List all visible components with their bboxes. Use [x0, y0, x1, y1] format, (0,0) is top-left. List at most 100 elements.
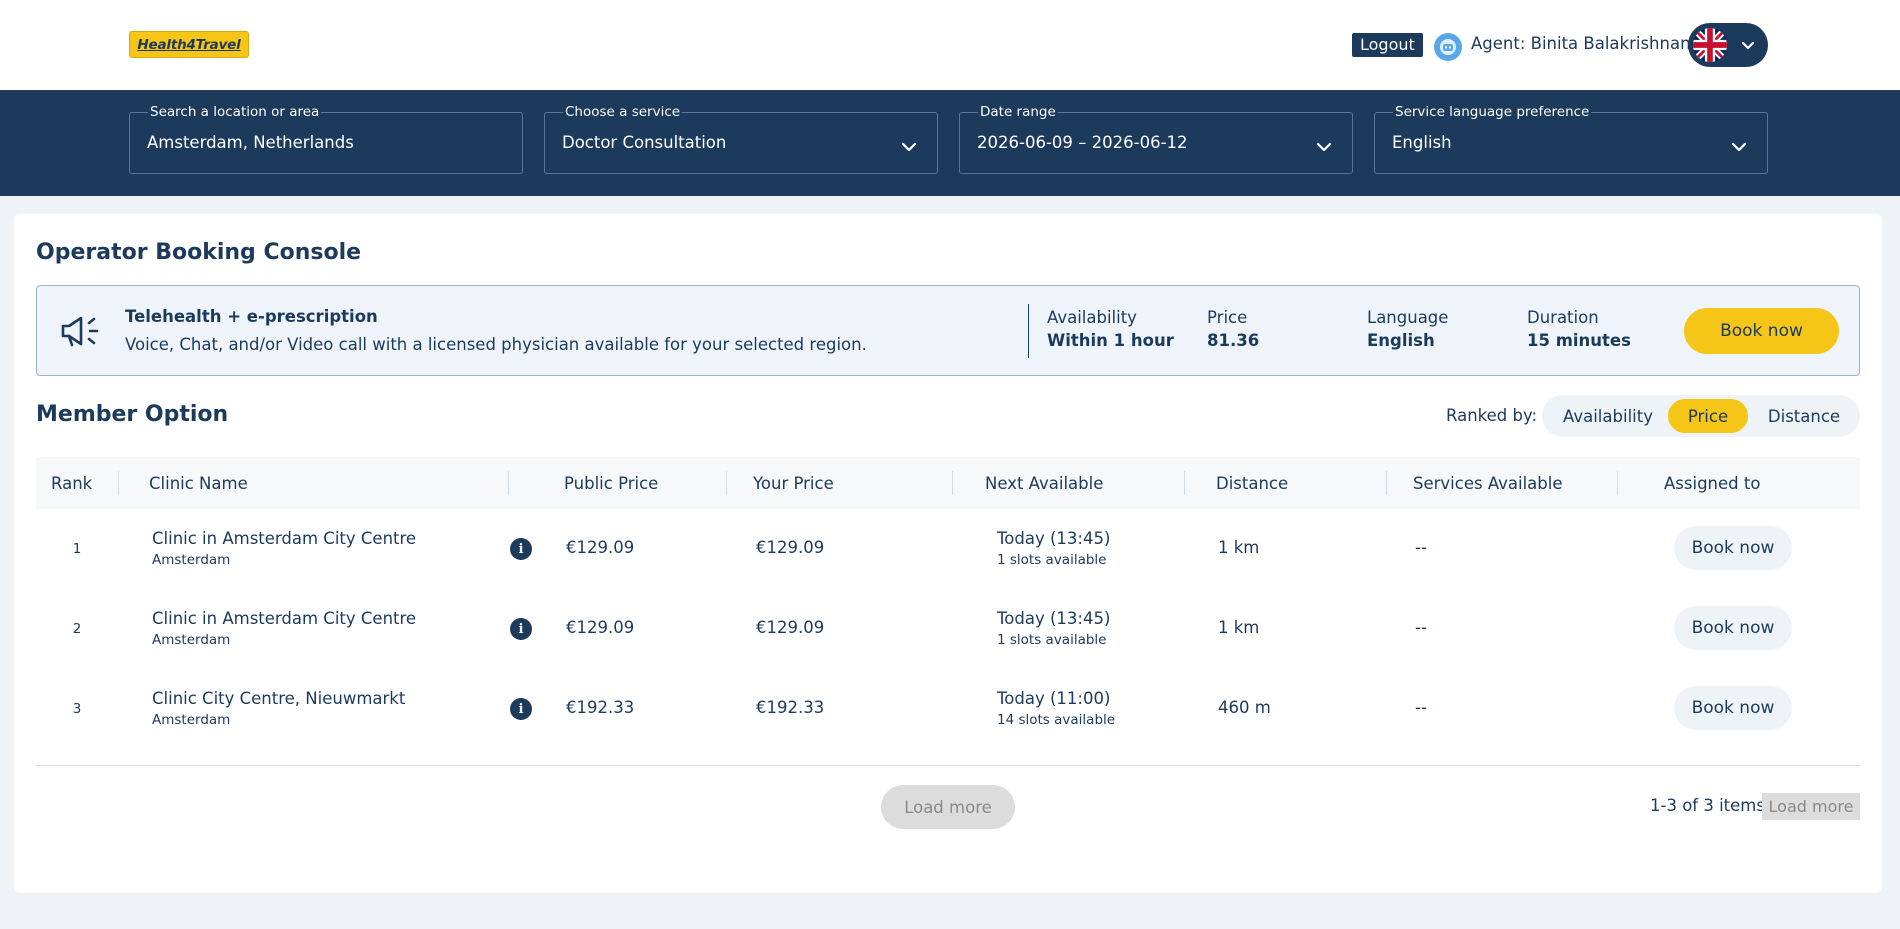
public-price: €129.09 — [566, 538, 635, 557]
date-range-label: Date range — [978, 104, 1058, 120]
logout-button[interactable]: Logout — [1352, 33, 1423, 57]
promo-language: Language English — [1367, 308, 1448, 350]
language-label: Language — [1367, 308, 1449, 327]
your-price: €192.33 — [756, 698, 825, 717]
column-divider — [508, 471, 509, 495]
column-services-available: Services Available — [1413, 474, 1563, 493]
clinic-name: Clinic City Centre, Nieuwmarkt — [152, 689, 406, 708]
column-divider — [1617, 471, 1618, 495]
services-available: -- — [1415, 698, 1427, 717]
megaphone-icon — [59, 313, 105, 353]
column-clinic-name: Clinic Name — [149, 474, 248, 493]
info-icon[interactable]: i — [510, 618, 532, 640]
promo-divider — [1028, 304, 1029, 358]
price-label: Price — [1207, 308, 1248, 327]
slots-available: 1 slots available — [997, 632, 1107, 648]
slots-available: 1 slots available — [997, 552, 1107, 568]
promo-book-now-button[interactable]: Book now — [1684, 308, 1839, 354]
location-value: Amsterdam, Netherlands — [147, 133, 354, 152]
rank-by-availability[interactable]: Availability — [1550, 399, 1666, 433]
duration-label: Duration — [1527, 308, 1599, 327]
load-more-button[interactable]: Load more — [881, 785, 1015, 829]
agent-name: Agent: Binita Balakrishnan — [1471, 34, 1691, 53]
rank-by-price[interactable]: Price — [1668, 399, 1748, 433]
clinic-name: Clinic in Amsterdam City Centre — [152, 609, 417, 628]
next-available: Today (13:45) — [997, 609, 1111, 628]
column-assigned-to: Assigned to — [1664, 474, 1761, 493]
info-icon[interactable]: i — [510, 698, 532, 720]
clinic-city: Amsterdam — [152, 552, 231, 568]
table-header: Rank Clinic Name Public Price Your Price… — [36, 457, 1860, 509]
date-range-select[interactable]: Date range 2026-06-09 – 2026-06-12 — [959, 104, 1353, 174]
distance: 1 km — [1218, 618, 1260, 637]
search-bar: Search a location or area Amsterdam, Net… — [0, 90, 1900, 196]
distance: 1 km — [1218, 538, 1260, 557]
availability-value: Within 1 hour — [1047, 331, 1174, 350]
your-price: €129.09 — [756, 538, 825, 557]
rank-by-distance[interactable]: Distance — [1754, 399, 1854, 433]
duration-value: 15 minutes — [1527, 331, 1631, 350]
table-row: 3 Clinic City Centre, Nieuwmarkt Amsterd… — [36, 668, 1860, 748]
health4travel-logo[interactable]: Health4Travel — [129, 31, 249, 58]
language-preference-value: English — [1392, 133, 1452, 152]
service-label: Choose a service — [563, 104, 683, 120]
clinic-city: Amsterdam — [152, 632, 231, 648]
row-rank: 1 — [72, 541, 82, 557]
promo-title: Telehealth + e-prescription — [125, 307, 378, 326]
column-rank: Rank — [51, 474, 93, 493]
location-search-field[interactable]: Search a location or area Amsterdam, Net… — [129, 104, 523, 174]
services-available: -- — [1415, 618, 1427, 637]
language-preference-select[interactable]: Service language preference English — [1374, 104, 1768, 174]
availability-label: Availability — [1047, 308, 1137, 327]
ranked-by-label: Ranked by: — [1446, 406, 1538, 425]
clinic-city: Amsterdam — [152, 712, 231, 728]
chevron-down-icon — [1740, 37, 1756, 57]
services-available: -- — [1415, 538, 1427, 557]
column-divider — [1386, 471, 1387, 495]
slots-available: 14 slots available — [997, 712, 1116, 728]
row-rank: 3 — [72, 701, 82, 717]
column-public-price: Public Price — [564, 474, 659, 493]
pagination-load-more-button[interactable]: Load more — [1762, 793, 1860, 820]
uk-flag-icon — [1693, 28, 1727, 62]
column-your-price: Your Price — [753, 474, 834, 493]
row-book-now-button[interactable]: Book now — [1674, 686, 1792, 730]
location-label: Search a location or area — [148, 104, 322, 120]
logo-text: Health4Travel — [137, 36, 241, 53]
telehealth-promo-banner: Telehealth + e-prescription Voice, Chat,… — [36, 285, 1860, 376]
chevron-down-icon — [1316, 138, 1332, 157]
booking-console-card: Operator Booking Console Telehealth + e-… — [14, 214, 1882, 893]
agent-avatar-icon — [1434, 33, 1462, 61]
public-price: €129.09 — [566, 618, 635, 637]
table-divider — [36, 765, 1860, 766]
pagination-count: 1-3 of 3 items — [1650, 796, 1765, 815]
service-select[interactable]: Choose a service Doctor Consultation — [544, 104, 938, 174]
row-book-now-button[interactable]: Book now — [1674, 606, 1792, 650]
column-next-available: Next Available — [985, 474, 1104, 493]
column-divider — [726, 471, 727, 495]
language-switcher[interactable] — [1688, 23, 1768, 67]
clinic-name: Clinic in Amsterdam City Centre — [152, 529, 417, 548]
column-divider — [1184, 471, 1185, 495]
column-distance: Distance — [1216, 474, 1289, 493]
promo-description: Voice, Chat, and/or Video call with a li… — [125, 335, 867, 354]
promo-availability: Availability Within 1 hour — [1047, 308, 1174, 350]
info-icon[interactable]: i — [510, 538, 532, 560]
distance: 460 m — [1218, 698, 1271, 717]
public-price: €192.33 — [566, 698, 635, 717]
member-option-title: Member Option — [36, 402, 229, 427]
row-book-now-button[interactable]: Book now — [1674, 526, 1792, 570]
column-divider — [952, 471, 953, 495]
promo-duration: Duration 15 minutes — [1527, 308, 1631, 350]
column-divider — [118, 471, 119, 495]
table-row: 2 Clinic in Amsterdam City Centre Amster… — [36, 588, 1860, 668]
date-range-value: 2026-06-09 – 2026-06-12 — [977, 133, 1188, 152]
row-rank: 2 — [72, 621, 82, 637]
promo-price: Price 81.36 — [1207, 308, 1259, 350]
chevron-down-icon — [901, 138, 917, 157]
service-value: Doctor Consultation — [562, 133, 727, 152]
next-available: Today (11:00) — [997, 689, 1111, 708]
top-header: Health4Travel Logout Agent: Binita Balak… — [0, 0, 1900, 90]
chevron-down-icon — [1731, 138, 1747, 157]
language-value: English — [1367, 331, 1435, 350]
